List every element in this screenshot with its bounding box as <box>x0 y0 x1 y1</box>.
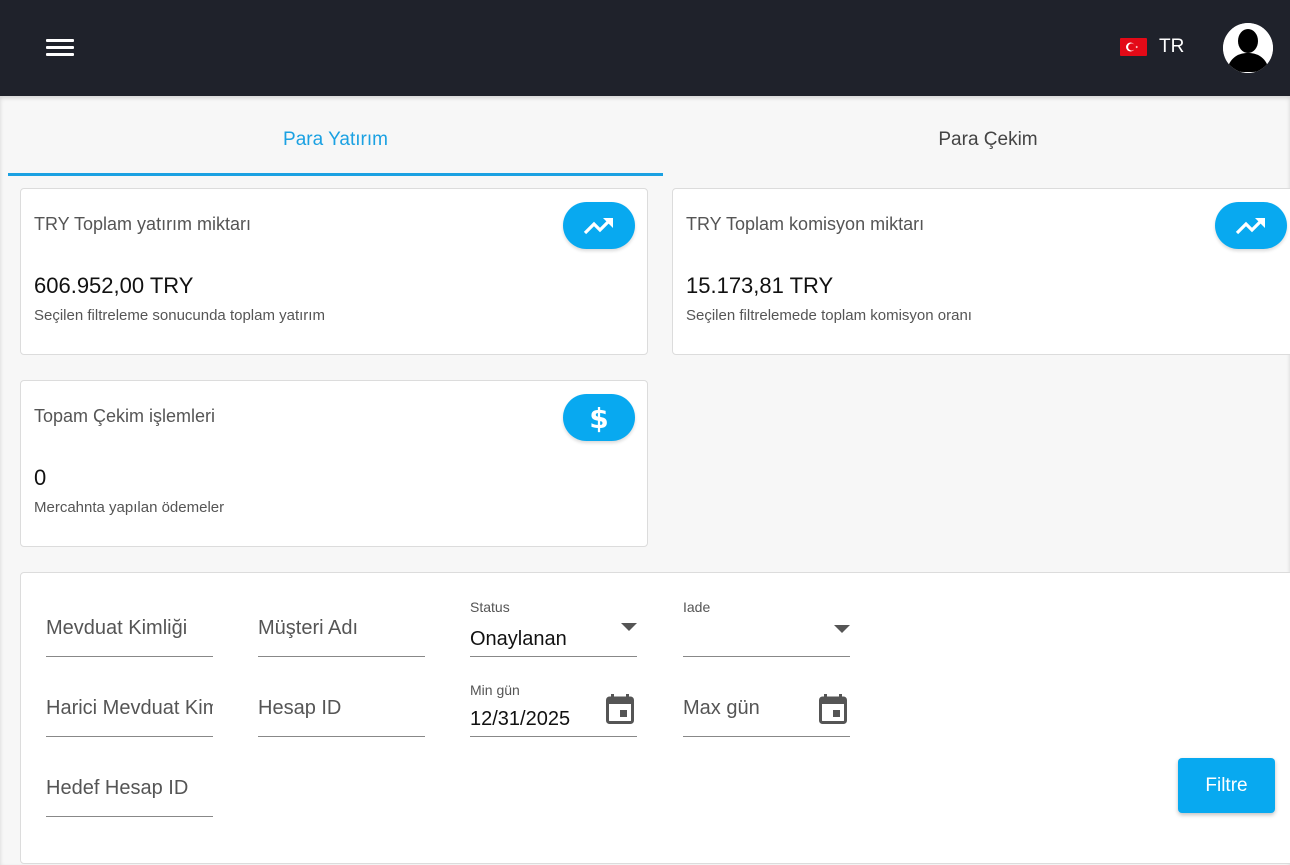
external-deposit-id-input[interactable]: Harici Mevduat Kimliği <box>46 679 213 737</box>
deposit-id-input[interactable]: Mevduat Kimliği <box>46 599 213 657</box>
account-id-placeholder: Hesap ID <box>258 697 342 719</box>
deposit-id-placeholder: Mevduat Kimliği <box>46 617 188 639</box>
tab-para-yatirim[interactable]: Para Yatırım <box>8 103 663 176</box>
language-selector[interactable]: TR <box>1120 34 1184 60</box>
status-label: Status <box>470 599 510 615</box>
card-title: Topam Çekim işlemleri <box>34 406 216 426</box>
menu-icon[interactable] <box>44 36 76 62</box>
top-app-bar: TR <box>0 0 1290 96</box>
card-value: 15.173,81 TRY <box>686 273 834 298</box>
trending-up-icon <box>563 202 635 249</box>
refund-label: Iade <box>683 599 711 615</box>
chevron-down-icon[interactable] <box>621 623 637 631</box>
card-value: 0 <box>34 465 47 490</box>
calendar-icon[interactable] <box>606 694 634 724</box>
min-day-date-input[interactable]: Min gün 12/31/2025 <box>470 679 637 737</box>
customer-name-input[interactable]: Müşteri Adı <box>258 599 425 657</box>
account-id-input[interactable]: Hesap ID <box>258 679 425 737</box>
tab-para-cekim[interactable]: Para Çekim <box>663 103 1290 176</box>
card-title: TRY Toplam yatırım miktarı <box>34 214 252 234</box>
external-deposit-id-placeholder: Harici Mevduat Kimliği <box>46 697 213 719</box>
card-subtitle: Seçilen filtreleme sonucunda toplam yatı… <box>34 307 325 324</box>
max-day-date-input[interactable]: Max gün <box>683 679 850 737</box>
min-day-value: 12/31/2025 <box>470 708 571 730</box>
total-withdrawals-card: Topam Çekim işlemleri $ 0 Mercahnta yapı… <box>20 380 648 547</box>
dollar-icon: $ <box>563 394 635 441</box>
svg-text:$: $ <box>589 403 608 433</box>
active-tab-indicator <box>8 173 663 176</box>
filter-button[interactable]: Filtre <box>1178 758 1275 813</box>
calendar-icon[interactable] <box>819 694 847 724</box>
total-deposit-card: TRY Toplam yatırım miktarı 606.952,00 TR… <box>20 188 648 355</box>
total-commission-card: TRY Toplam komisyon miktarı 15.173,81 TR… <box>672 188 1290 355</box>
card-title: TRY Toplam komisyon miktarı <box>686 214 925 234</box>
turkey-flag-icon <box>1120 38 1147 56</box>
card-subtitle: Mercahnta yapılan ödemeler <box>34 499 225 516</box>
min-day-label: Min gün <box>470 682 520 698</box>
user-avatar-icon[interactable] <box>1223 23 1273 73</box>
language-code: TR <box>1159 36 1185 57</box>
target-account-id-placeholder: Hedef Hesap ID <box>46 777 189 799</box>
status-value: Onaylanan <box>470 628 567 650</box>
status-select[interactable]: Status Onaylanan <box>470 599 637 657</box>
refund-select[interactable]: Iade <box>683 599 850 657</box>
card-subtitle: Seçilen filtrelemede toplam komisyon ora… <box>686 307 972 324</box>
card-value: 606.952,00 TRY <box>34 273 194 298</box>
customer-name-placeholder: Müşteri Adı <box>258 617 359 639</box>
target-account-id-input[interactable]: Hedef Hesap ID <box>46 759 213 817</box>
chevron-down-icon[interactable] <box>834 625 850 633</box>
trending-up-icon <box>1215 202 1287 249</box>
